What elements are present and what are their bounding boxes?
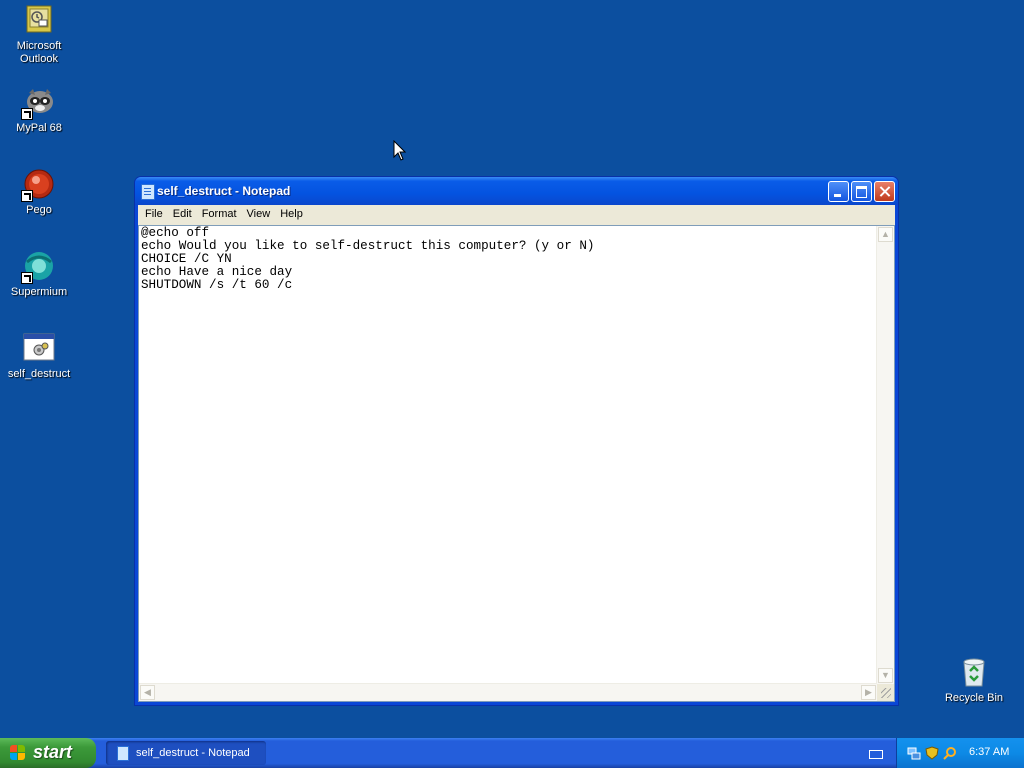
size-grip[interactable]: [877, 684, 894, 701]
desktop-icon-label: Recycle Bin: [944, 692, 1004, 704]
system-tray: 6:37 AM: [896, 738, 1024, 768]
shortcut-arrow-icon: [21, 190, 33, 202]
desktop-icon-label: Supermium: [10, 286, 68, 298]
desktop-icon-self-destruct[interactable]: self_destruct: [1, 332, 77, 381]
supermium-icon: [21, 250, 55, 284]
search-icon[interactable]: [943, 746, 957, 760]
network-icon[interactable]: [907, 746, 921, 760]
menu-bar: File Edit Format View Help: [138, 205, 895, 223]
batch-file-icon: [23, 332, 55, 364]
close-button[interactable]: [874, 181, 895, 202]
start-label: start: [33, 742, 73, 762]
mypal-icon: [21, 86, 55, 120]
shortcut-arrow-icon: [21, 272, 33, 284]
window-client: File Edit Format View Help @echo off ech…: [138, 205, 895, 702]
outlook-icon: [23, 4, 55, 36]
shortcut-arrow-icon: [21, 108, 33, 120]
menu-help[interactable]: Help: [275, 205, 308, 223]
notepad-icon: [117, 746, 129, 761]
title-bar[interactable]: self_destruct - Notepad: [135, 177, 898, 205]
menu-edit[interactable]: Edit: [168, 205, 197, 223]
desktop-icon-label: self_destruct: [7, 368, 71, 380]
taskbar-button-label: self_destruct - Notepad: [136, 747, 250, 759]
menu-view[interactable]: View: [242, 205, 276, 223]
desktop-icon-supermium[interactable]: Supermium: [1, 250, 77, 299]
desktop-icon-outlook[interactable]: Microsoft Outlook: [1, 4, 77, 66]
minimize-button[interactable]: [828, 181, 849, 202]
notepad-icon: [141, 184, 155, 200]
pego-icon: [21, 168, 55, 202]
desktop-icon-mypal[interactable]: MyPal 68: [1, 86, 77, 135]
desktop-icon-recycle-bin[interactable]: Recycle Bin: [936, 656, 1012, 705]
horizontal-scrollbar[interactable]: ◀ ▶: [139, 683, 877, 701]
desktop-icon-label: Microsoft Outlook: [16, 40, 62, 65]
scroll-left-icon[interactable]: ◀: [140, 685, 155, 700]
security-shield-icon[interactable]: [925, 746, 939, 760]
taskbar-button-notepad[interactable]: self_destruct - Notepad: [106, 741, 266, 765]
editor-text-area[interactable]: @echo off echo Would you like to self-de…: [139, 226, 877, 684]
recycle-bin-icon: [958, 656, 990, 688]
menu-file[interactable]: File: [140, 205, 168, 223]
desktop-icon-label: MyPal 68: [16, 122, 62, 134]
start-button[interactable]: start: [0, 738, 96, 768]
window-title: self_destruct - Notepad: [157, 184, 291, 198]
taskbar: start self_destruct - Notepad 6:37 AM: [0, 738, 1024, 768]
scroll-right-icon[interactable]: ▶: [861, 685, 876, 700]
notepad-window: self_destruct - Notepad File Edit Format…: [134, 176, 899, 706]
desktop-icon-label: Pego: [26, 204, 52, 216]
keyboard-icon[interactable]: [869, 750, 883, 759]
scroll-down-icon[interactable]: ▼: [878, 668, 893, 683]
menu-format[interactable]: Format: [197, 205, 242, 223]
windows-logo-icon: [10, 745, 26, 761]
mouse-cursor-icon: [393, 140, 407, 161]
maximize-button[interactable]: [851, 181, 872, 202]
desktop-icon-pego[interactable]: Pego: [1, 168, 77, 217]
clock[interactable]: 6:37 AM: [969, 746, 1009, 758]
text-editor: @echo off echo Would you like to self-de…: [138, 225, 895, 702]
vertical-scrollbar[interactable]: ▲ ▼: [876, 226, 894, 684]
scroll-up-icon[interactable]: ▲: [878, 227, 893, 242]
